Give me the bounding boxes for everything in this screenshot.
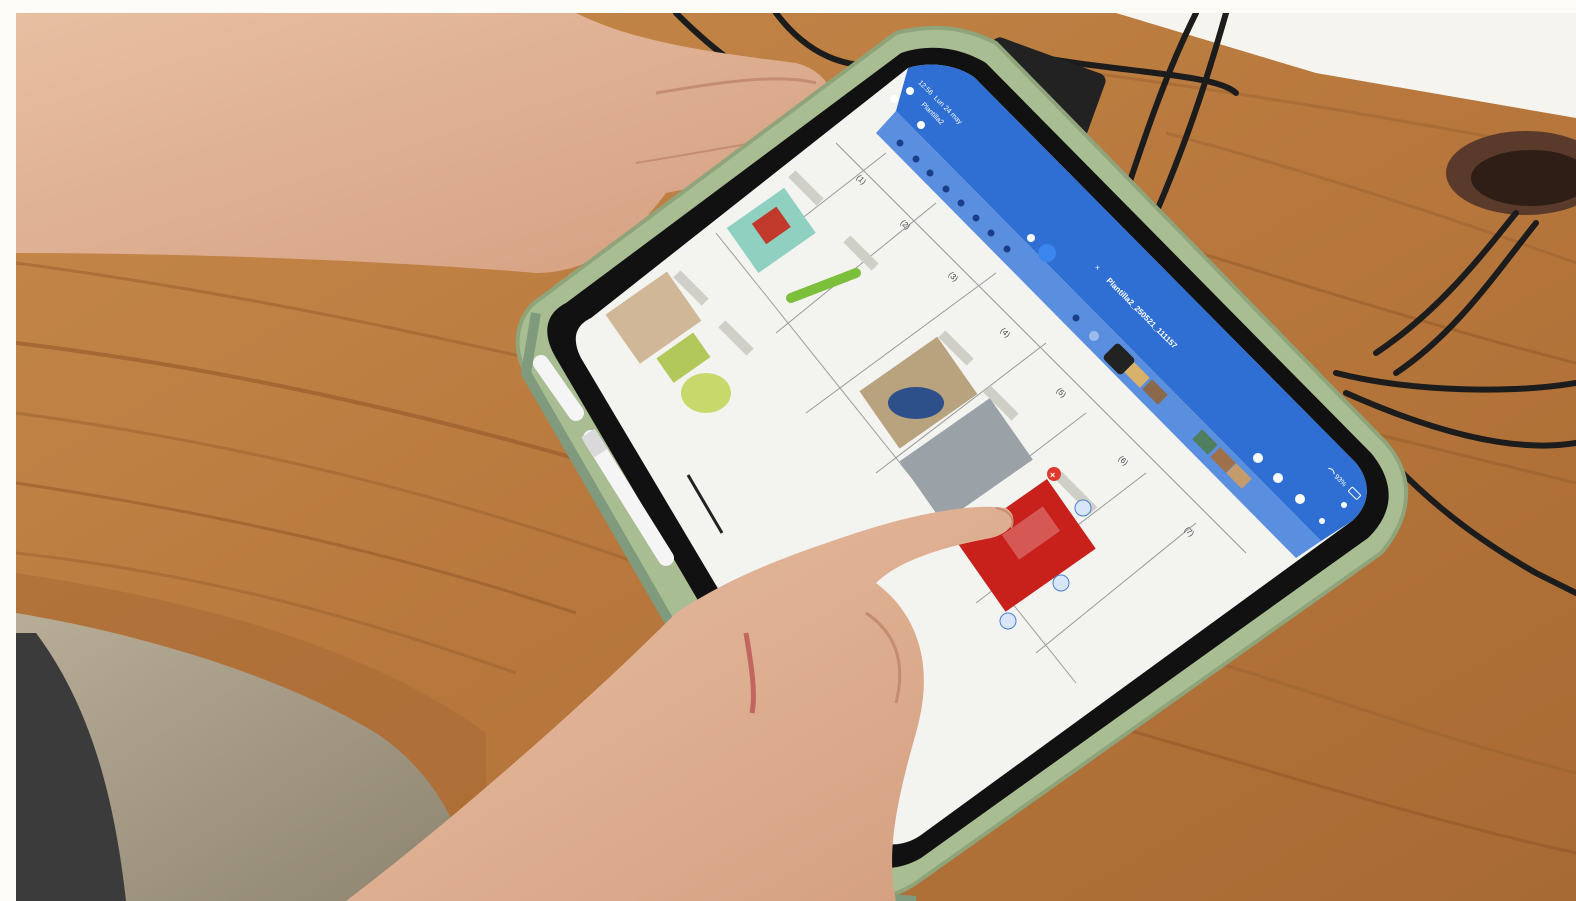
redo-icon[interactable] (917, 121, 925, 129)
search-icon[interactable] (906, 87, 914, 95)
share-icon[interactable] (1295, 494, 1305, 504)
eraser-icon[interactable] (926, 169, 934, 177)
add-page-icon[interactable] (1253, 453, 1263, 463)
shapes-icon[interactable] (957, 199, 965, 207)
checkmark-icon[interactable] (1089, 331, 1099, 341)
resize-handle-icon[interactable] (999, 612, 1017, 630)
share-icon[interactable] (1027, 234, 1035, 242)
rotate-handle-icon[interactable] (1074, 499, 1092, 517)
photo-olive-jar[interactable] (681, 373, 731, 413)
close-icon[interactable] (1341, 502, 1347, 508)
photo-canvas: 12:56 Lun 24 may 93% Plantilla2 Plantill… (16, 13, 1576, 901)
photo-scene: 12:56 Lun 24 may 93% Plantilla2 Plantill… (16, 13, 1576, 901)
image-icon[interactable] (1003, 245, 1011, 253)
pen-icon[interactable] (896, 139, 904, 147)
resize-handle-icon[interactable] (1052, 574, 1070, 592)
pen-color-icon[interactable] (1038, 244, 1056, 262)
undo-icon[interactable] (890, 95, 898, 103)
lasso-icon[interactable] (942, 185, 950, 193)
svg-text:×: × (1050, 470, 1055, 480)
image-icon[interactable] (987, 229, 995, 237)
highlighter-icon[interactable] (912, 155, 920, 163)
bookmark-icon[interactable] (1273, 473, 1283, 483)
more-icon[interactable] (1319, 518, 1325, 524)
lasso-icon[interactable] (1072, 314, 1080, 322)
text-icon[interactable] (972, 214, 980, 222)
